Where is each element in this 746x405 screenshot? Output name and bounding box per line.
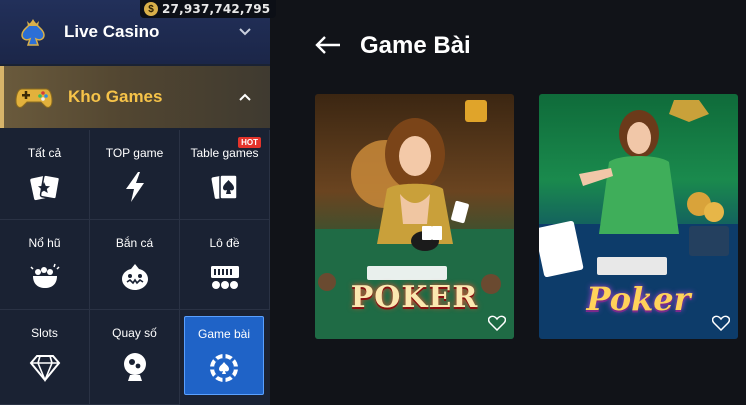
category-label: Nổ hũ [28, 236, 61, 250]
category-quay-so[interactable]: Quay số [90, 310, 180, 405]
jackpot-pot-icon [29, 263, 60, 288]
page-title: Game Bài [360, 32, 471, 59]
cards-star-icon [29, 174, 60, 201]
chevron-down-icon[interactable] [238, 24, 252, 40]
category-label: Quay số [112, 326, 157, 340]
game-card-poker-1[interactable]: POKER [315, 94, 514, 339]
app-root: Live Casino $ 27,937,742,795 Kho Games T… [0, 0, 746, 405]
category-table-games[interactable]: HOT Table games [180, 130, 270, 220]
category-no-hu[interactable]: Nổ hũ [0, 220, 90, 310]
category-label: Tất cả [27, 146, 62, 160]
gamepad-icon [15, 88, 53, 108]
category-lo-de[interactable]: Lô đề [180, 220, 270, 310]
game-card-poker-2[interactable]: Poker [539, 94, 738, 339]
category-game-bai[interactable]: Game bài [184, 316, 264, 395]
category-label: Game bài [197, 327, 251, 341]
chevron-up-icon[interactable] [238, 89, 252, 105]
category-label: Slots [31, 326, 58, 340]
category-top-game[interactable]: TOP game [90, 130, 180, 220]
poker-chip-icon [210, 354, 238, 382]
balance-badge: $ 27,937,742,795 [140, 0, 277, 18]
game-art-title: Poker [586, 280, 691, 318]
dollar-coin-icon: $ [144, 2, 158, 16]
kho-games-label: Kho Games [68, 87, 163, 106]
lottery-ball-icon [123, 353, 146, 381]
category-label: Table games [190, 146, 259, 160]
category-slots[interactable]: Slots [0, 310, 90, 405]
live-casino-label: Live Casino [64, 22, 160, 41]
fish-icon [121, 264, 148, 290]
diamond-icon [29, 355, 60, 383]
category-tat-ca[interactable]: Tất cả [0, 130, 90, 220]
heart-outline-icon[interactable] [712, 315, 730, 331]
sidebar: Live Casino $ 27,937,742,795 Kho Games T… [0, 0, 277, 405]
category-label: Bắn cá [115, 236, 154, 250]
lottery-ticket-icon [210, 266, 239, 289]
page-header: Game Bài [314, 32, 471, 60]
category-label: TOP game [105, 146, 164, 160]
category-label: Lô đề [209, 236, 240, 250]
spade-crown-icon [21, 19, 45, 46]
arrow-left-icon[interactable] [314, 33, 342, 59]
category-ban-ca[interactable]: Bắn cá [90, 220, 180, 310]
spade-card-icon [211, 174, 238, 200]
game-category-grid: Tất cả TOP game HOT Table games Nổ hũ Bắ… [0, 130, 270, 405]
game-art-title: POKER [350, 280, 479, 315]
hot-badge: HOT [238, 137, 261, 148]
heart-outline-icon[interactable] [488, 315, 506, 331]
main-content: Game Bài POKER Poker [270, 0, 746, 405]
sidebar-item-kho-games[interactable]: Kho Games [0, 66, 270, 128]
lightning-icon [125, 172, 144, 202]
balance-value: 27,937,742,795 [162, 2, 271, 16]
